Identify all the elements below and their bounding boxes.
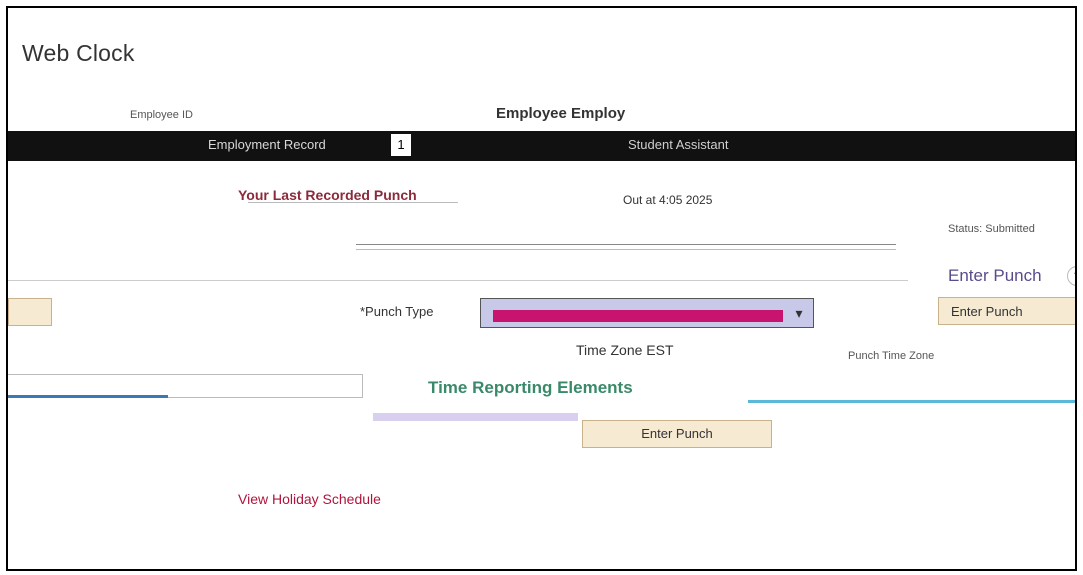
section-divider-2 — [8, 270, 908, 281]
punch-type-select[interactable]: ▾ — [480, 298, 814, 328]
left-field-bar — [8, 374, 363, 398]
employment-record-label: Employment Record — [208, 137, 326, 152]
job-title: Student Assistant — [628, 137, 729, 152]
employment-record-value: 1 — [391, 134, 411, 156]
chevron-down-icon: ▾ — [795, 305, 803, 321]
right-field-bar — [748, 378, 1075, 403]
left-button[interactable] — [8, 298, 52, 326]
punch-time-zone-label: Punch Time Zone — [848, 350, 935, 362]
punch-status: Status: Submitted — [948, 223, 1035, 235]
enter-punch-top-button[interactable]: Enter Punch — [938, 297, 1075, 325]
web-clock-window: Web Clock Employee ID Employee Employ Em… — [6, 6, 1077, 571]
last-punch-section-title: Your Last Recorded Punch — [238, 187, 417, 203]
section-divider — [356, 244, 896, 250]
employee-name: Employee Employ — [496, 105, 626, 122]
help-icon[interactable]: ? — [1067, 266, 1075, 286]
decor-bar — [373, 413, 578, 421]
time-zone-text: Time Zone EST — [576, 342, 674, 358]
enter-punch-button[interactable]: Enter Punch — [582, 420, 772, 448]
employee-id-label: Employee ID — [130, 109, 193, 121]
enter-punch-link[interactable]: Enter Punch — [948, 266, 1042, 286]
view-holiday-schedule-link[interactable]: View Holiday Schedule — [238, 491, 381, 507]
time-reporting-elements-toggle[interactable]: Time Reporting Elements — [428, 378, 633, 398]
page-title: Web Clock — [22, 40, 135, 66]
left-field-strip — [8, 395, 168, 398]
punch-type-label: *Punch Type — [360, 304, 434, 319]
punch-type-selected-value — [493, 310, 783, 322]
employee-info-bar — [8, 131, 1075, 161]
last-punch-text: Out at 4:05 2025 — [623, 193, 713, 207]
